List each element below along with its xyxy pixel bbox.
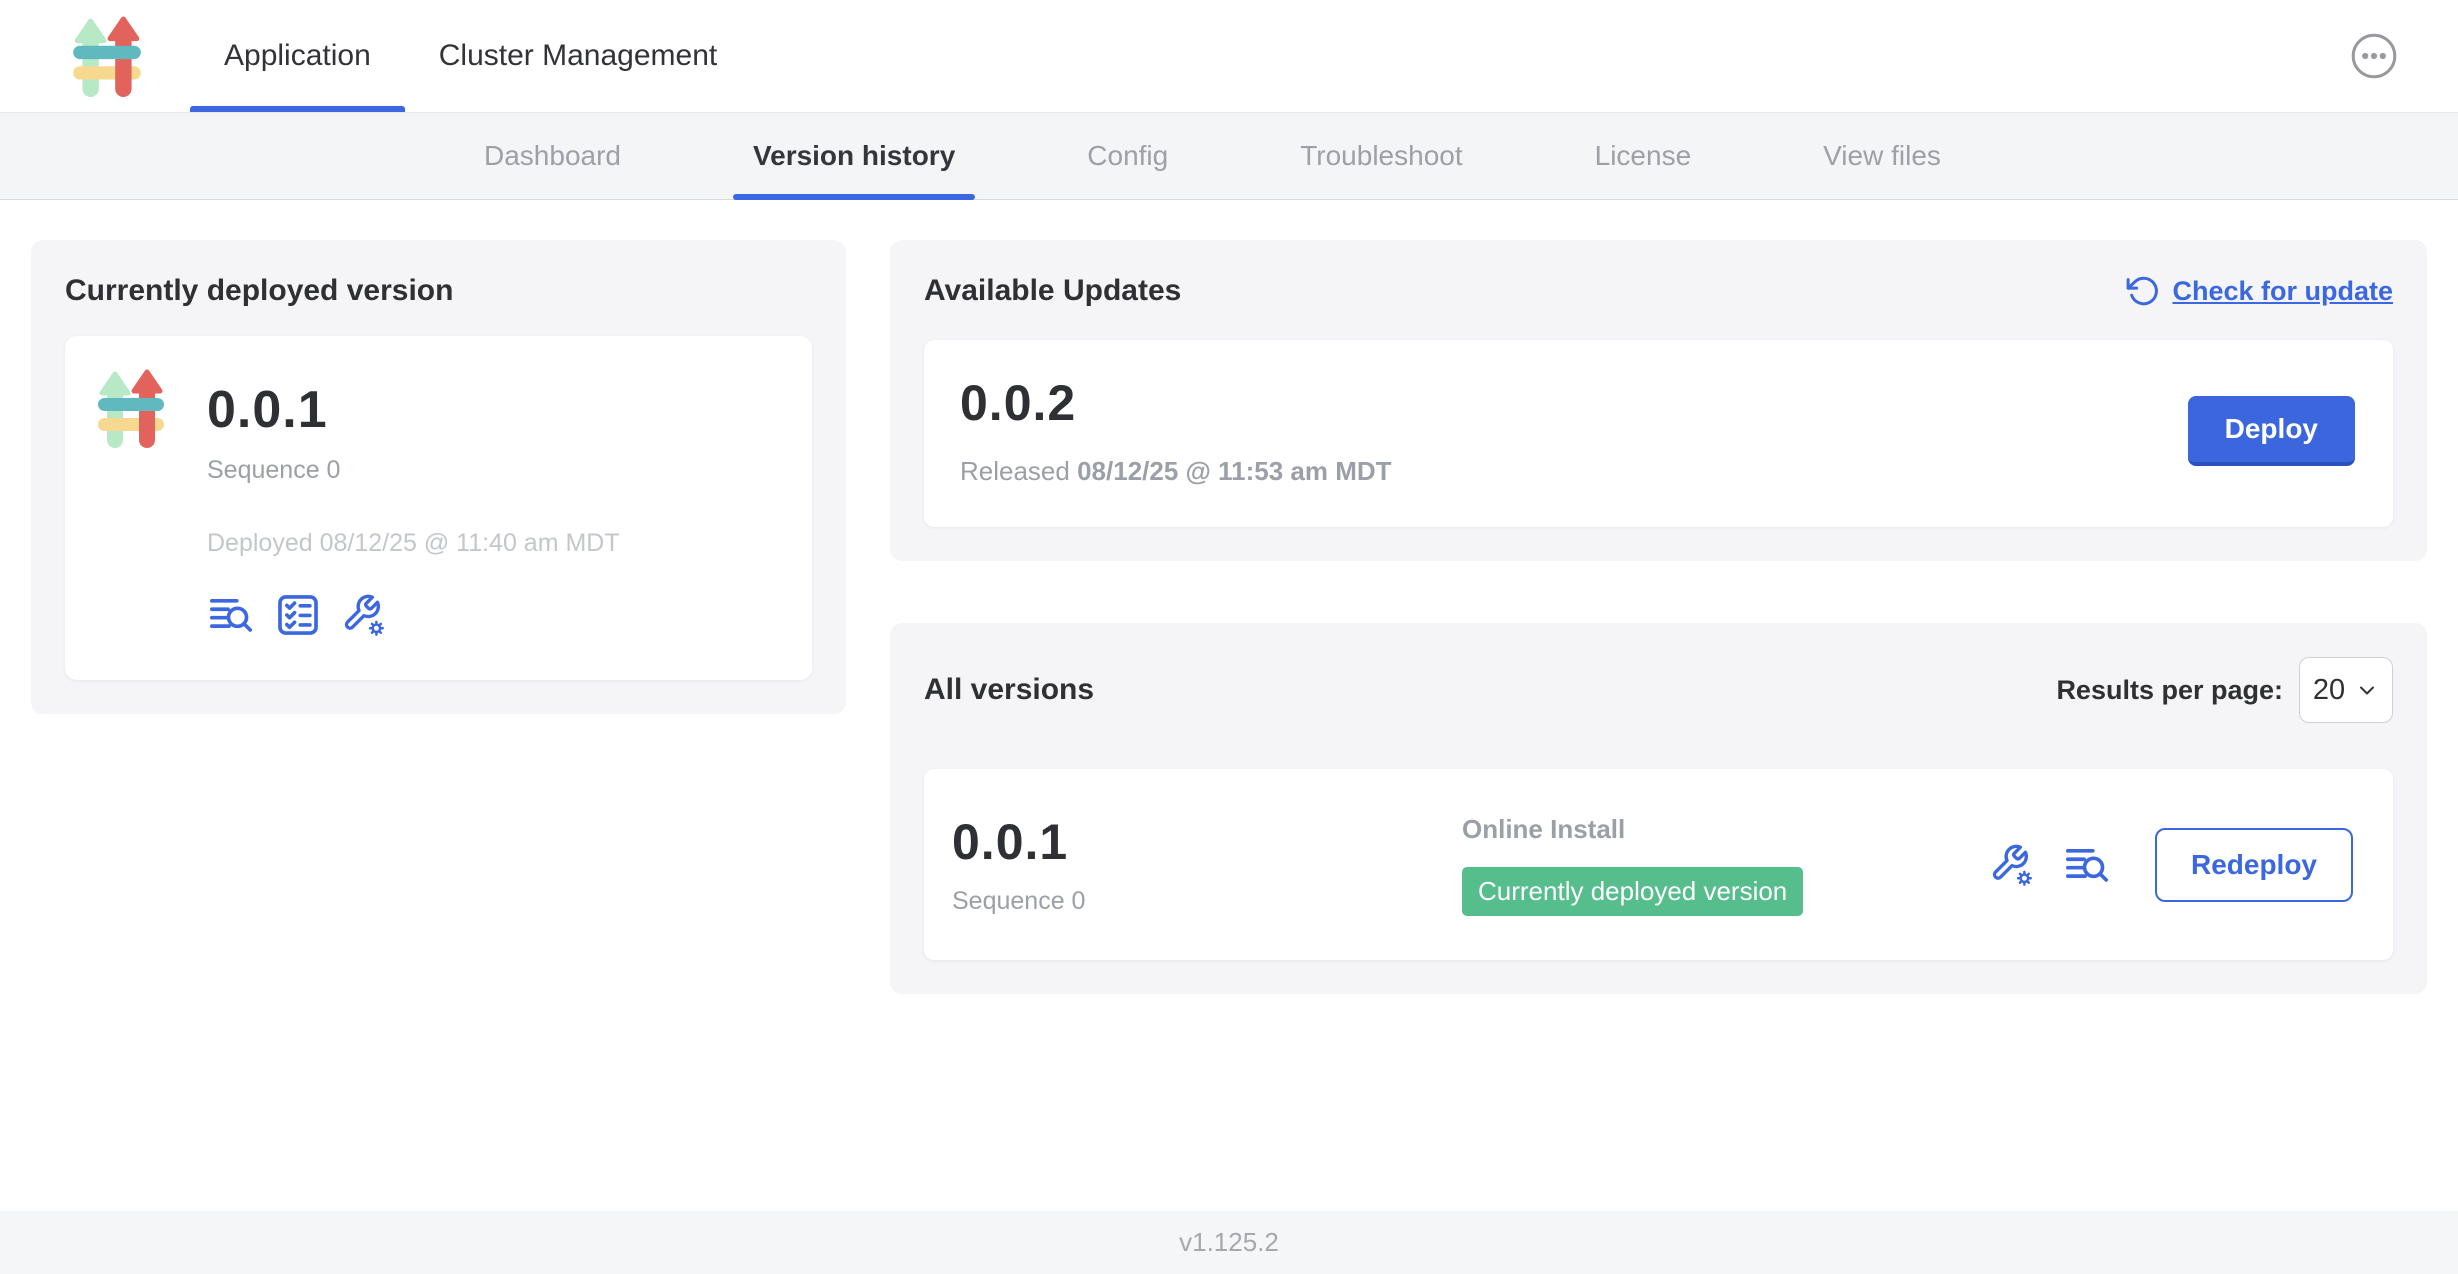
row-release-notes-button[interactable] — [2063, 842, 2111, 888]
tab-application[interactable]: Application — [190, 0, 405, 112]
subnav-tab-version-history-label: Version history — [753, 140, 955, 172]
left-column: Currently deployed version 0.0.1 — [31, 240, 846, 714]
row-config-button[interactable] — [1989, 842, 2035, 888]
subnav-tab-version-history[interactable]: Version history — [719, 113, 989, 199]
version-row-actions: Redeploy — [1989, 828, 2353, 902]
app-logo-icon — [91, 362, 171, 454]
header-spacer — [751, 0, 2350, 112]
currently-deployed-details: 0.0.1 Sequence 0 Deployed 08/12/25 @ 11:… — [207, 362, 620, 638]
current-version-deployed-date: Deployed 08/12/25 @ 11:40 am MDT — [207, 529, 620, 558]
subnav-tab-license[interactable]: License — [1561, 113, 1726, 199]
all-versions-card: All versions Results per page: 20 0.0.1 … — [890, 623, 2427, 994]
results-per-page-label: Results per page: — [2056, 675, 2283, 706]
update-released-date: Released 08/12/25 @ 11:53 am MDT — [960, 456, 1392, 487]
subnav-tab-config-label: Config — [1087, 140, 1168, 172]
release-notes-button[interactable] — [207, 592, 255, 638]
tab-application-label: Application — [224, 39, 371, 73]
current-version-sequence: Sequence 0 — [207, 456, 620, 485]
config-icon — [341, 592, 387, 638]
results-per-page: Results per page: 20 — [2056, 657, 2393, 723]
subnav-tab-dashboard[interactable]: Dashboard — [450, 113, 655, 199]
version-row-status: Online Install Currently deployed versio… — [1462, 814, 1989, 916]
subnav-tab-config[interactable]: Config — [1053, 113, 1202, 199]
install-type-label: Online Install — [1462, 814, 1989, 845]
subnav-tab-troubleshoot[interactable]: Troubleshoot — [1266, 113, 1496, 199]
current-version-actions — [207, 592, 620, 638]
check-for-update-label: Check for update — [2172, 276, 2393, 307]
results-per-page-select[interactable]: 20 — [2299, 657, 2393, 723]
header-nav: Application Cluster Management — [190, 0, 751, 112]
row-version-number: 0.0.1 — [952, 813, 1462, 871]
subnav-tab-troubleshoot-label: Troubleshoot — [1300, 140, 1462, 172]
chevron-down-icon — [2355, 678, 2379, 702]
subnav-tab-dashboard-label: Dashboard — [484, 140, 621, 172]
update-version-number: 0.0.2 — [960, 374, 1392, 432]
currently-deployed-card: Currently deployed version 0.0.1 — [31, 240, 846, 714]
version-row-info: 0.0.1 Sequence 0 — [952, 813, 1462, 916]
currently-deployed-badge: Currently deployed version — [1462, 867, 1803, 916]
available-update-row: 0.0.2 Released 08/12/25 @ 11:53 am MDT D… — [924, 340, 2393, 527]
currently-deployed-version-panel: 0.0.1 Sequence 0 Deployed 08/12/25 @ 11:… — [65, 336, 812, 680]
released-date: 08/12/25 @ 11:53 am MDT — [1077, 456, 1391, 486]
deploy-button[interactable]: Deploy — [2188, 396, 2355, 466]
tab-cluster-management-label: Cluster Management — [439, 39, 717, 73]
released-prefix: Released — [960, 456, 1070, 486]
main-content: Currently deployed version 0.0.1 — [0, 200, 2458, 1211]
subnav-tab-license-label: License — [1595, 140, 1692, 172]
preflight-checks-button[interactable] — [275, 592, 321, 638]
release-notes-icon — [2063, 842, 2111, 888]
current-version-number: 0.0.1 — [207, 380, 620, 440]
right-column: Available Updates Check for update 0.0.2… — [890, 240, 2427, 994]
available-updates-card: Available Updates Check for update 0.0.2… — [890, 240, 2427, 561]
currently-deployed-title: Currently deployed version — [65, 274, 812, 308]
app-footer: v1.125.2 — [0, 1211, 2458, 1274]
app-header: Application Cluster Management — [0, 0, 2458, 113]
app-logo — [66, 0, 148, 112]
refresh-icon — [2126, 274, 2160, 308]
app-logo-icon — [66, 14, 148, 98]
available-update-info: 0.0.2 Released 08/12/25 @ 11:53 am MDT — [960, 374, 1392, 487]
preflight-checks-icon — [275, 592, 321, 638]
version-row: 0.0.1 Sequence 0 Online Install Currentl… — [924, 769, 2393, 960]
all-versions-title: All versions — [924, 673, 1094, 707]
redeploy-button[interactable]: Redeploy — [2155, 828, 2353, 902]
release-notes-icon — [207, 592, 255, 638]
app-subnav: Dashboard Version history Config Trouble… — [0, 113, 2458, 200]
config-icon — [1989, 842, 2035, 888]
ellipsis-circle-icon — [2350, 32, 2398, 80]
available-updates-header: Available Updates Check for update — [924, 274, 2393, 308]
all-versions-header: All versions Results per page: 20 — [924, 657, 2393, 723]
results-per-page-value: 20 — [2313, 674, 2345, 707]
subnav-tab-view-files[interactable]: View files — [1789, 113, 1975, 199]
subnav-tab-view-files-label: View files — [1823, 140, 1941, 172]
row-version-sequence: Sequence 0 — [952, 887, 1462, 916]
tab-cluster-management[interactable]: Cluster Management — [405, 0, 751, 112]
overflow-menu-button[interactable] — [2350, 32, 2398, 80]
kots-version-label: v1.125.2 — [1179, 1227, 1279, 1258]
available-updates-title: Available Updates — [924, 274, 1181, 308]
config-button[interactable] — [341, 592, 387, 638]
check-for-update-link[interactable]: Check for update — [2126, 274, 2393, 308]
